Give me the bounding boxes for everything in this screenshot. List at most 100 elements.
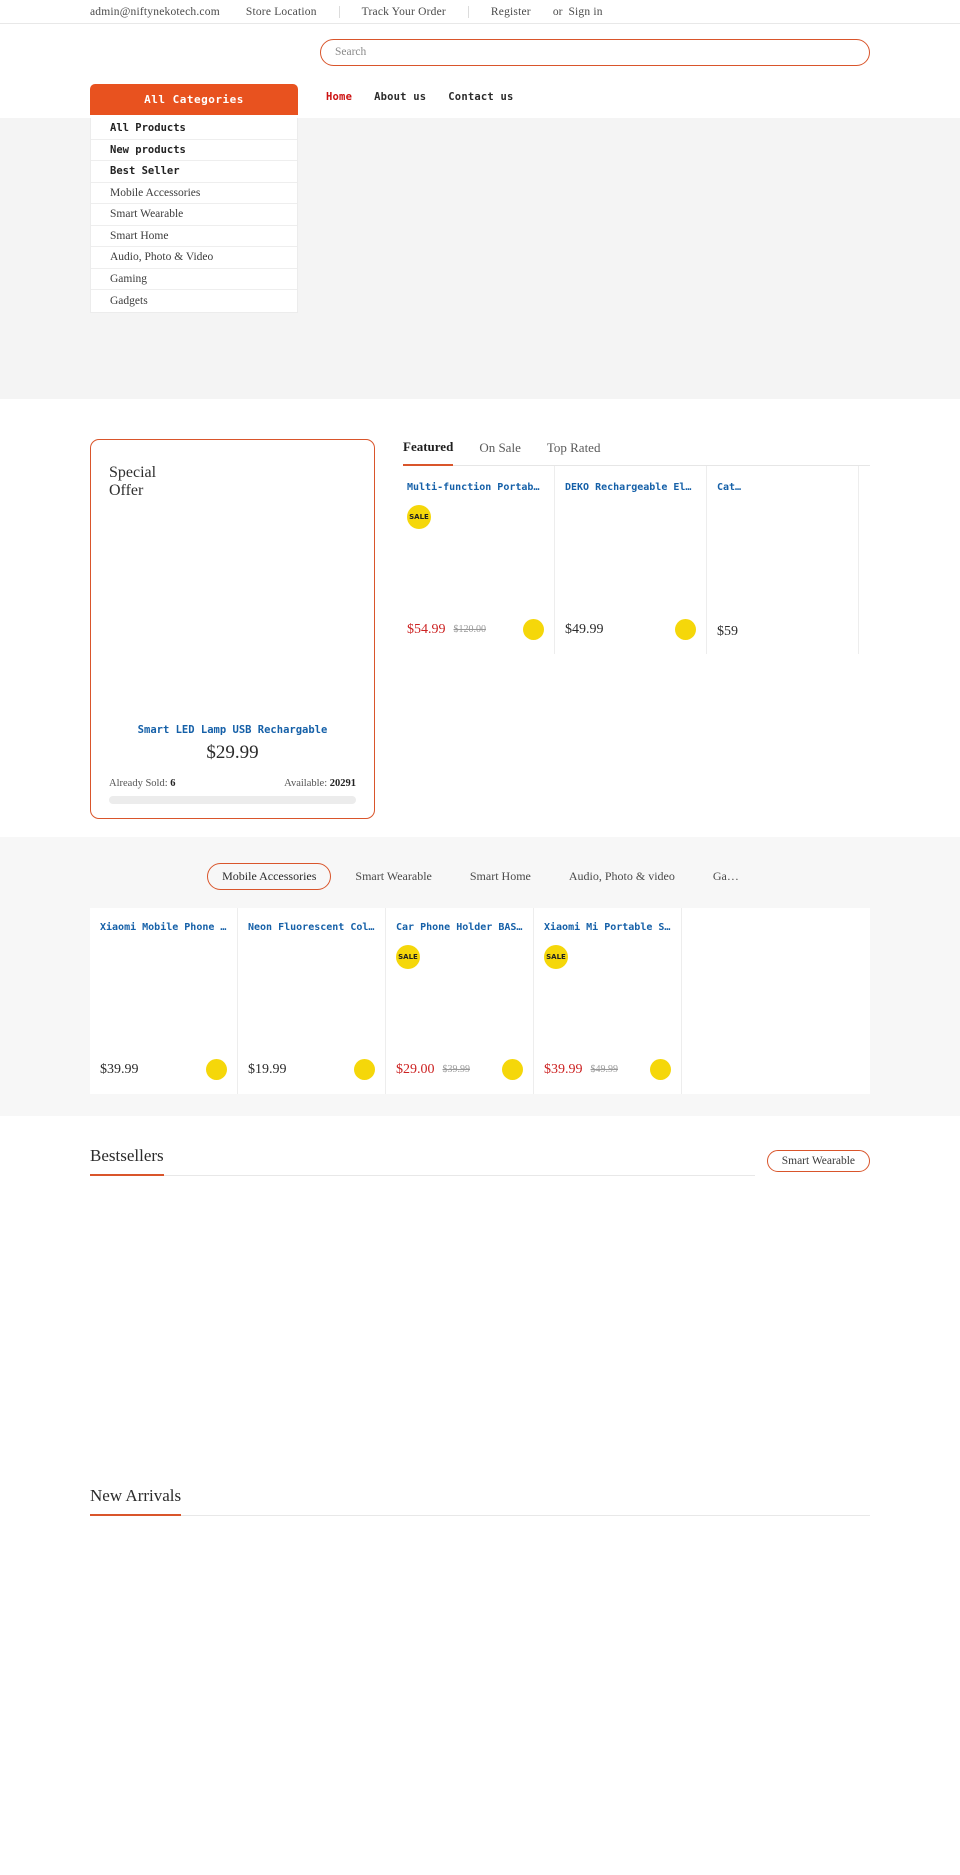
header-rule (181, 1515, 870, 1516)
product-title[interactable]: Multi-function Portable… (407, 482, 544, 493)
product-price: $59 (717, 624, 738, 639)
category-pill-smart-wearable[interactable]: Smart Wearable (341, 864, 445, 889)
product-image[interactable] (407, 529, 544, 619)
special-offer-product-image[interactable] (109, 499, 356, 724)
new-arrivals-header: New Arrivals (90, 1486, 870, 1516)
add-to-cart-icon[interactable] (206, 1059, 227, 1080)
product-card[interactable]: Car Phone Holder BASEUS SALE $29.00 $39.… (386, 908, 534, 1094)
available-value: 20291 (329, 778, 356, 789)
site-logo[interactable] (90, 35, 310, 69)
product-title[interactable]: DEKO Rechargeable Elect… (565, 482, 696, 493)
topbar-store-location[interactable]: Store Location (246, 6, 339, 18)
bestsellers-filter-pills: Smart Wearable (766, 1150, 870, 1176)
available-label: Available: (284, 778, 328, 789)
product-image[interactable] (396, 969, 523, 1059)
category-pill-audio-photo-video[interactable]: Audio, Photo & video (555, 864, 689, 889)
bestsellers-header: Bestsellers Smart Wearable (90, 1146, 870, 1176)
bestsellers-product-grid (90, 1176, 870, 1456)
category-item-gadgets[interactable]: Gadgets (91, 290, 297, 312)
product-footer: $39.99 $49.99 (544, 1059, 671, 1094)
search-box[interactable] (320, 38, 870, 66)
all-categories-button[interactable]: All Categories (90, 84, 298, 115)
stock-progress-bar (109, 796, 356, 804)
topbar-or-text: or (552, 5, 563, 18)
topbar-email[interactable]: admin@niftynekotech.com (90, 6, 246, 18)
category-dropdown-panel: All Products New products Best Seller Mo… (90, 118, 298, 313)
featured-section: Special Offer Smart LED Lamp USB Recharg… (0, 399, 960, 819)
category-item-audio-photo-video[interactable]: Audio, Photo & Video (91, 247, 297, 269)
nav-link-home[interactable]: Home (326, 91, 352, 103)
category-item-smart-wearable[interactable]: Smart Wearable (91, 204, 297, 226)
product-price: $39.99 (544, 1061, 583, 1077)
product-footer: $54.99 $120.00 (407, 619, 544, 654)
topbar-signin-link[interactable]: Sign in (562, 6, 624, 18)
product-card[interactable]: Multi-function Portable… SALE $54.99 $12… (403, 466, 555, 654)
header-rule (163, 1175, 755, 1176)
product-card[interactable]: Xiaomi Mobile Phone Coo… $39.99 (90, 908, 238, 1094)
product-footer: $49.99 (565, 619, 696, 654)
main-nav: Home About us Contact us (326, 91, 514, 103)
sale-badge: SALE (544, 945, 568, 969)
category-item-best-seller[interactable]: Best Seller (91, 161, 297, 183)
tab-on-sale[interactable]: On Sale (479, 440, 521, 465)
topbar-divider-2 (467, 5, 469, 18)
product-image[interactable] (565, 505, 696, 619)
product-card[interactable]: DEKO Rechargeable Elect… $49.99 (555, 466, 707, 654)
already-sold-label: Already Sold: (109, 778, 168, 789)
product-title[interactable]: Xiaomi Mobile Phone Coo… (100, 922, 227, 933)
category-pill-smart-home[interactable]: Smart Home (456, 864, 545, 889)
add-to-cart-icon[interactable] (675, 619, 696, 640)
product-image[interactable] (100, 945, 227, 1059)
tab-featured[interactable]: Featured (403, 439, 454, 466)
product-footer: $19.99 (248, 1059, 375, 1094)
utility-topbar: admin@niftynekotech.com Store Location T… (0, 0, 960, 24)
category-item-mobile-accessories[interactable]: Mobile Accessories (91, 183, 297, 204)
sale-badge: SALE (396, 945, 420, 969)
category-item-new-products[interactable]: New products (91, 140, 297, 161)
add-to-cart-icon[interactable] (650, 1059, 671, 1080)
product-card[interactable]: Neon Fluorescent Color … $19.99 (238, 908, 386, 1094)
product-image[interactable] (248, 945, 375, 1059)
already-sold-text: Already Sold: 6 (109, 778, 176, 789)
tab-top-rated[interactable]: Top Rated (547, 440, 601, 465)
nav-link-about[interactable]: About us (374, 91, 426, 103)
product-price: $49.99 (565, 621, 604, 637)
product-image[interactable] (717, 505, 848, 624)
section-title: Bestsellers (90, 1146, 164, 1176)
category-item-smart-home[interactable]: Smart Home (91, 226, 297, 247)
product-card[interactable]: Cat… $59 (707, 466, 859, 654)
filter-pill-smart-wearable[interactable]: Smart Wearable (766, 1150, 870, 1172)
add-to-cart-icon[interactable] (354, 1059, 375, 1080)
category-pill-mobile-accessories[interactable]: Mobile Accessories (207, 863, 332, 890)
add-to-cart-icon[interactable] (523, 619, 544, 640)
special-offer-product-name[interactable]: Smart LED Lamp USB Rechargable (109, 724, 356, 736)
product-card[interactable]: Xiaomi Mi Portable Self… SALE $39.99 $49… (534, 908, 682, 1094)
nav-link-contact[interactable]: Contact us (448, 91, 513, 103)
topbar-divider (338, 5, 340, 18)
new-arrivals-product-grid (90, 1516, 870, 1576)
search-input[interactable] (335, 46, 855, 58)
special-offer-price: $29.99 (206, 742, 259, 763)
topbar-track-order[interactable]: Track Your Order (362, 6, 468, 18)
already-sold-value: 6 (170, 778, 176, 789)
product-title[interactable]: Car Phone Holder BASEUS (396, 922, 523, 933)
product-price: $54.99 (407, 621, 446, 637)
special-offer-card: Special Offer Smart LED Lamp USB Recharg… (90, 439, 375, 819)
hero-band: All Products New products Best Seller Mo… (0, 118, 960, 399)
product-old-price: $39.99 (442, 1064, 471, 1075)
category-item-all-products[interactable]: All Products (91, 118, 297, 140)
topbar-register-link[interactable]: Register (491, 6, 553, 18)
category-pill-gaming[interactable]: Ga… (699, 864, 753, 889)
special-offer-heading-line1: Special (109, 464, 157, 481)
featured-tabs: Featured On Sale Top Rated (403, 439, 870, 466)
product-image[interactable] (544, 969, 671, 1059)
add-to-cart-icon[interactable] (502, 1059, 523, 1080)
product-title[interactable]: Xiaomi Mi Portable Self… (544, 922, 671, 933)
main-nav-row: All Categories Home About us Contact us (0, 80, 960, 118)
product-old-price: $120.00 (453, 624, 487, 635)
page-root: admin@niftynekotech.com Store Location T… (0, 0, 960, 1576)
product-title[interactable]: Neon Fluorescent Color … (248, 922, 375, 933)
product-title[interactable]: Cat… (717, 482, 848, 493)
header-search-row (0, 24, 960, 80)
category-item-gaming[interactable]: Gaming (91, 269, 297, 290)
